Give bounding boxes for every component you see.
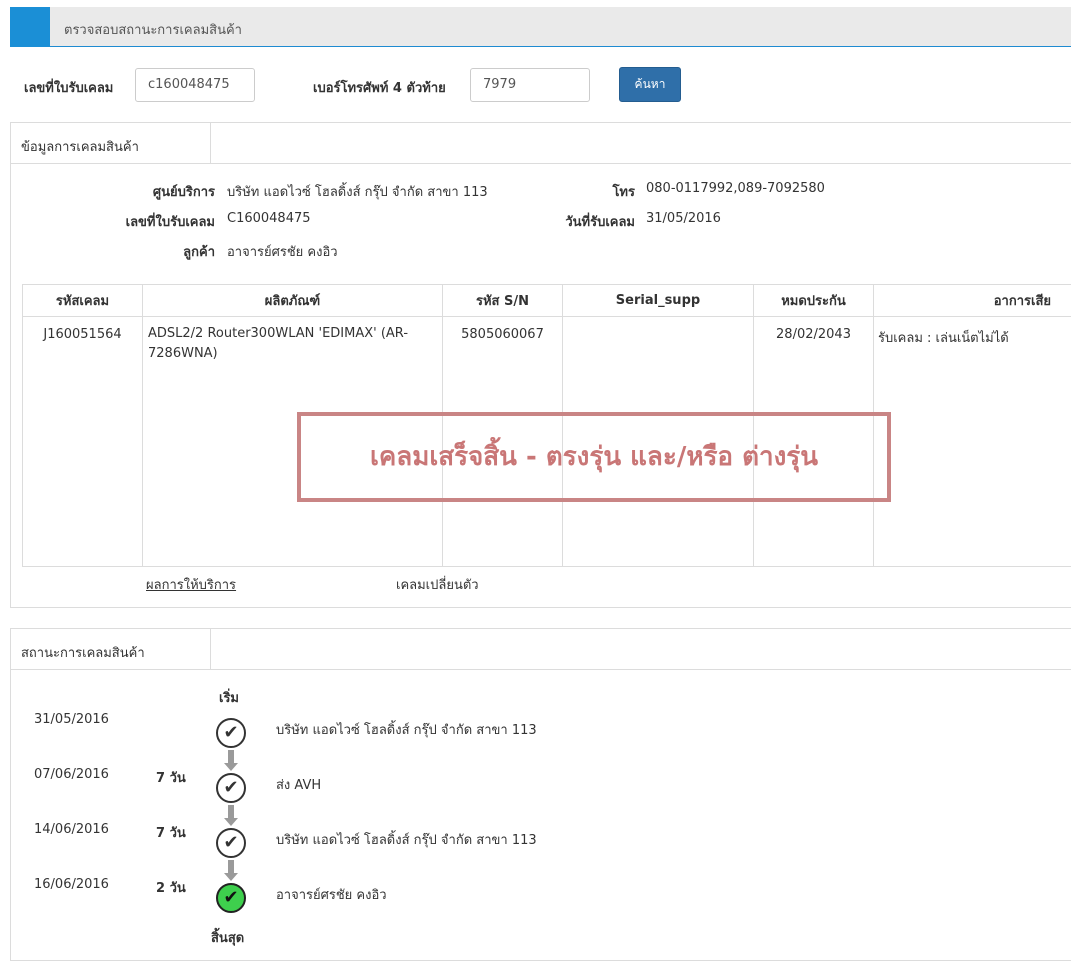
col-serial-supp: Serial_supp [562, 284, 754, 317]
step-date: 14/06/2016 [34, 822, 109, 837]
step-date: 31/05/2016 [34, 712, 109, 727]
col-symptom: อาการเสีย [873, 284, 1071, 317]
phone-input[interactable]: 7979 [470, 68, 590, 102]
check-circle-icon: ✔ [216, 773, 246, 803]
receipt-info-label: เลขที่ใบรับเคลม [125, 215, 215, 230]
page-header: ตรวจสอบสถานะการเคลมสินค้า [10, 7, 1071, 47]
step-desc: อาจารย์ศรชัย คงอิว [276, 888, 387, 903]
claim-date-value: 31/05/2016 [646, 211, 721, 226]
panel-divider [211, 163, 1071, 164]
service-center-label: ศูนย์บริการ [152, 185, 215, 200]
receipt-label: เลขที่ใบรับเคลม [24, 81, 114, 96]
col-claim-id: รหัสเคลม [22, 284, 143, 317]
step-date: 07/06/2016 [34, 767, 109, 782]
header-accent [10, 7, 50, 47]
check-circle-icon: ✔ [216, 828, 246, 858]
customer-value: อาจารย์ศรชัย คงอิว [227, 245, 338, 260]
claim-status-tab[interactable]: สถานะการเคลมสินค้า [11, 629, 211, 670]
cell-symptom: รับเคลม : เล่นเน็ตไม่ได้ [873, 316, 1071, 567]
col-sn: รหัส S/N [442, 284, 563, 317]
claim-change-label: เคลมเปลี่ยนตัว [396, 578, 479, 593]
panel-divider [211, 669, 1071, 670]
customer-label: ลูกค้า [183, 245, 215, 260]
cell-claim-id: J160051564 [22, 316, 143, 567]
phone-info-value: 080-0117992,089-7092580 [646, 181, 825, 196]
step-date: 16/06/2016 [34, 877, 109, 892]
step-desc: ส่ง AVH [276, 778, 322, 793]
claim-complete-stamp: เคลมเสร็จสิ้น - ตรงรุ่น และ/หรือ ต่างรุ่… [297, 412, 891, 502]
service-center-value: บริษัท แอดไวซ์ โฮลดิ้งส์ กรุ๊ป จำกัด สาข… [227, 185, 488, 200]
claim-date-label: วันที่รับเคลม [565, 215, 635, 230]
timeline-start-label: เริ่ม [219, 691, 239, 706]
phone-label: เบอร์โทรศัพท์ 4 ตัวท้าย [313, 81, 446, 96]
timeline-end-label: สิ้นสุด [211, 931, 245, 946]
step-days: 7 วัน [156, 771, 186, 786]
page-title: ตรวจสอบสถานะการเคลมสินค้า [64, 23, 242, 38]
check-circle-done-icon: ✔ [216, 883, 246, 913]
table-header-row: รหัสเคลม ผลิตภัณฑ์ รหัส S/N Serial_supp … [22, 284, 1071, 317]
service-result-link[interactable]: ผลการให้บริการ [146, 574, 236, 595]
col-product: ผลิตภัณฑ์ [142, 284, 443, 317]
receipt-input[interactable]: c160048475 [135, 68, 255, 102]
check-circle-icon: ✔ [216, 718, 246, 748]
step-desc: บริษัท แอดไวซ์ โฮลดิ้งส์ กรุ๊ป จำกัด สาข… [276, 833, 537, 848]
phone-info-label: โทร [612, 185, 635, 200]
claim-status-panel: สถานะการเคลมสินค้า [10, 628, 1071, 961]
claim-info-tab[interactable]: ข้อมูลการเคลมสินค้า [11, 123, 211, 164]
step-days: 7 วัน [156, 826, 186, 841]
search-button[interactable]: ค้นหา [619, 67, 681, 102]
step-days: 2 วัน [156, 881, 186, 896]
col-warranty: หมดประกัน [753, 284, 874, 317]
receipt-info-value: C160048475 [227, 211, 311, 226]
step-desc: บริษัท แอดไวซ์ โฮลดิ้งส์ กรุ๊ป จำกัด สาข… [276, 723, 537, 738]
